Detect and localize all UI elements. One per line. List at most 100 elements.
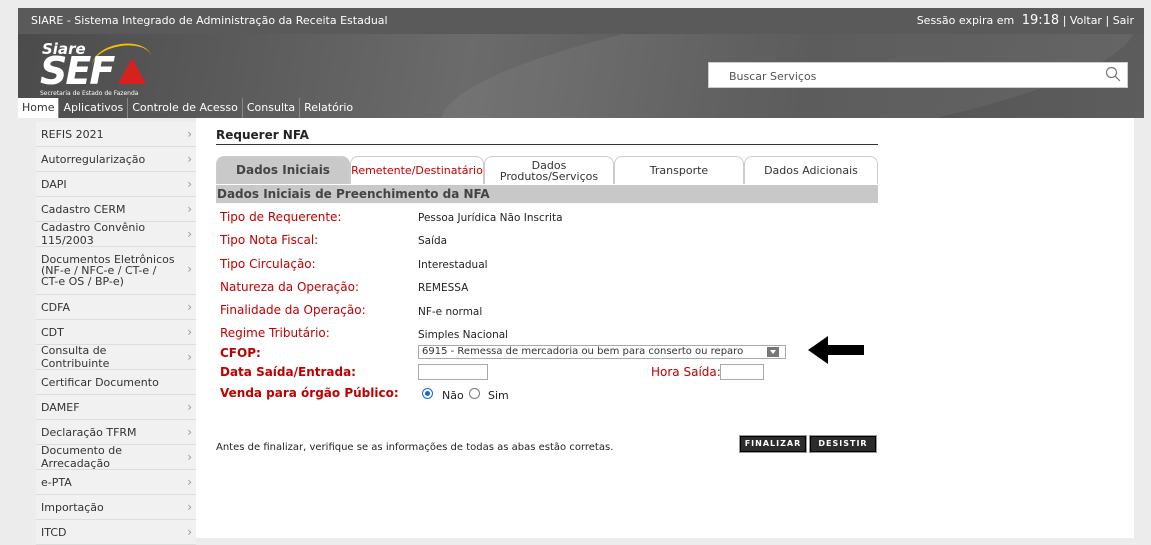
sidebar-item-label: CDT bbox=[41, 325, 64, 339]
sidebar-item-label: Cadastro Convênio 115/2003 bbox=[41, 221, 146, 247]
sidebar-item-itcd[interactable]: ITCD › bbox=[36, 520, 196, 545]
sidebar-item-label: DAPI bbox=[41, 177, 67, 191]
session-timer: 19:18 bbox=[1021, 13, 1060, 28]
tab-remetente-destinatario[interactable]: Remetente/Destinatário bbox=[350, 156, 484, 184]
finalidade-label: Finalidade da Operação: bbox=[220, 303, 366, 317]
sidebar-item-cdfa[interactable]: CDFA › bbox=[36, 295, 196, 320]
siare-sef-logo[interactable]: Siare SEF Secretaria de Estado de Fazend… bbox=[40, 39, 170, 102]
data-saida-label: Data Saída/Entrada: bbox=[220, 365, 356, 379]
sidebar-item-declaracao-tfrm[interactable]: Declaração TFRM › bbox=[36, 420, 196, 445]
menu-relatorio[interactable]: Relatório bbox=[300, 98, 357, 118]
regime-value: Simples Nacional bbox=[418, 329, 509, 341]
sidebar-item-dapi[interactable]: DAPI › bbox=[36, 172, 196, 197]
natureza-value: REMESSA bbox=[418, 282, 469, 294]
venda-publico-label: Venda para órgão Público: bbox=[220, 386, 399, 400]
sidebar-item-label: Documentos Eletrônicos (NF-e / NFC-e / C… bbox=[41, 253, 175, 288]
radio-nao-label: Não bbox=[442, 389, 464, 402]
desistir-button[interactable]: DESISTIR bbox=[809, 435, 877, 453]
tab-dados-produtos-servicos[interactable]: Dados Produtos/Serviços bbox=[484, 156, 614, 184]
sidebar-item-e-pta[interactable]: e-PTA › bbox=[36, 470, 196, 495]
chevron-right-icon: › bbox=[187, 202, 192, 216]
tipo-nota-value: Saída bbox=[418, 235, 448, 247]
menu-controle-acesso[interactable]: Controle de Acesso bbox=[128, 98, 243, 118]
chevron-right-icon: › bbox=[187, 325, 192, 339]
sidebar-item-documento-arrecadacao[interactable]: Documento de Arrecadação › bbox=[36, 444, 196, 470]
search-input[interactable]: Buscar Serviços bbox=[708, 62, 1128, 88]
chevron-right-icon: › bbox=[187, 500, 192, 514]
logo-triangle-icon bbox=[118, 58, 146, 84]
data-saida-input[interactable] bbox=[418, 364, 488, 380]
logo-subtitle: Secretaria de Estado de Fazenda bbox=[40, 90, 139, 97]
radio-sim[interactable] bbox=[469, 388, 480, 399]
cfop-select[interactable]: 6915 - Remessa de mercadoria ou bem para… bbox=[418, 345, 786, 359]
page-title: Requerer NFA bbox=[216, 128, 309, 142]
session-info: Sessão expira em 19:18 | Voltar | Sair bbox=[917, 13, 1134, 28]
chevron-right-icon: › bbox=[187, 525, 192, 539]
tab-transporte[interactable]: Transporte bbox=[614, 156, 744, 184]
chevron-right-icon: › bbox=[187, 425, 192, 439]
chevron-down-icon[interactable] bbox=[767, 347, 779, 357]
sidebar-item-label: Consulta de Contribuinte bbox=[41, 344, 110, 370]
chevron-right-icon: › bbox=[187, 350, 192, 364]
sidebar-item-label: Importação bbox=[41, 500, 104, 514]
main-menu: Home Aplicativos Controle de Acesso Cons… bbox=[18, 98, 357, 118]
menu-aplicativos[interactable]: Aplicativos bbox=[59, 98, 129, 118]
menu-consulta[interactable]: Consulta bbox=[243, 98, 301, 118]
chevron-right-icon: › bbox=[187, 261, 192, 276]
sidebar-item-consulta-contribuinte[interactable]: Consulta de Contribuinte › bbox=[36, 344, 196, 370]
sidebar-item-autorregularizacao[interactable]: Autorregularização › bbox=[36, 147, 196, 172]
sidebar-item-label: Autorregularização bbox=[41, 152, 146, 166]
sidebar-item-label: Declaração TFRM bbox=[41, 425, 137, 439]
radio-sim-label: Sim bbox=[488, 389, 509, 402]
separator: | bbox=[1105, 14, 1110, 27]
session-label: Sessão expira em bbox=[916, 14, 1015, 27]
sidebar-item-certificar-documento[interactable]: Certificar Documento bbox=[36, 370, 196, 395]
app-title: SIARE - Sistema Integrado de Administraç… bbox=[31, 14, 388, 27]
finalizar-button[interactable]: FINALIZAR bbox=[739, 435, 807, 453]
voltar-link[interactable]: Voltar bbox=[1070, 14, 1102, 27]
sair-link[interactable]: Sair bbox=[1113, 14, 1134, 27]
chevron-right-icon: › bbox=[187, 177, 192, 191]
sidebar-item-documentos-eletronicos[interactable]: Documentos Eletrônicos (NF-e / NFC-e / C… bbox=[36, 247, 196, 295]
top-bar: SIARE - Sistema Integrado de Administraç… bbox=[18, 8, 1144, 34]
main-content: Requerer NFA Dados Iniciais Remetente/De… bbox=[196, 118, 1134, 538]
sidebar-item-cdt[interactable]: CDT › bbox=[36, 320, 196, 345]
chevron-right-icon: › bbox=[187, 400, 192, 414]
search-icon[interactable] bbox=[1105, 66, 1121, 82]
cfop-label: CFOP: bbox=[220, 346, 261, 360]
radio-nao[interactable] bbox=[422, 388, 433, 399]
sidebar-item-label: REFIS 2021 bbox=[41, 127, 104, 141]
menu-home[interactable]: Home bbox=[18, 98, 60, 118]
chevron-right-icon: › bbox=[187, 227, 192, 241]
hora-saida-label: Hora Saída: bbox=[651, 365, 721, 379]
tipo-circulacao-value: Interestadual bbox=[418, 259, 488, 271]
footnote: Antes de finalizar, verifique se as info… bbox=[216, 442, 614, 453]
chevron-right-icon: › bbox=[187, 300, 192, 314]
separator: | bbox=[1062, 14, 1067, 27]
sidebar-item-importacao[interactable]: Importação › bbox=[36, 495, 196, 520]
natureza-label: Natureza da Operação: bbox=[220, 280, 360, 294]
chevron-right-icon: › bbox=[187, 475, 192, 489]
logo-sef-text: SEF bbox=[40, 49, 115, 93]
cfop-selected-value: 6915 - Remessa de mercadoria ou bem para… bbox=[422, 346, 744, 357]
sidebar-item-cadastro-cerm[interactable]: Cadastro CERM › bbox=[36, 197, 196, 222]
title-divider bbox=[216, 144, 878, 145]
hora-saida-input[interactable] bbox=[720, 364, 764, 380]
search-placeholder: Buscar Serviços bbox=[729, 70, 817, 83]
tipo-circulacao-label: Tipo Circulação: bbox=[220, 257, 316, 271]
sidebar-item-label: DAMEF bbox=[41, 400, 80, 414]
form-tabs: Dados Iniciais Remetente/Destinatário Da… bbox=[216, 156, 878, 184]
arrow-left-icon bbox=[808, 336, 864, 364]
tipo-requerente-label: Tipo de Requerente: bbox=[220, 210, 342, 224]
sidebar-item-cadastro-convenio[interactable]: Cadastro Convênio 115/2003 › bbox=[36, 221, 196, 247]
section-header: Dados Iniciais de Preenchimento da NFA bbox=[216, 185, 878, 203]
regime-label: Regime Tributário: bbox=[220, 326, 330, 340]
tab-dados-iniciais[interactable]: Dados Iniciais bbox=[216, 156, 350, 184]
sidebar-item-damef[interactable]: DAMEF › bbox=[36, 395, 196, 420]
sidebar-item-label: e-PTA bbox=[41, 475, 72, 489]
tipo-requerente-value: Pessoa Jurídica Não Inscrita bbox=[418, 212, 563, 224]
tab-dados-adicionais[interactable]: Dados Adicionais bbox=[744, 156, 878, 184]
sidebar-item-label: Documento de Arrecadação bbox=[41, 444, 122, 470]
sidebar-item-label: Certificar Documento bbox=[41, 375, 159, 389]
sidebar-item-refis[interactable]: REFIS 2021 › bbox=[36, 122, 196, 147]
